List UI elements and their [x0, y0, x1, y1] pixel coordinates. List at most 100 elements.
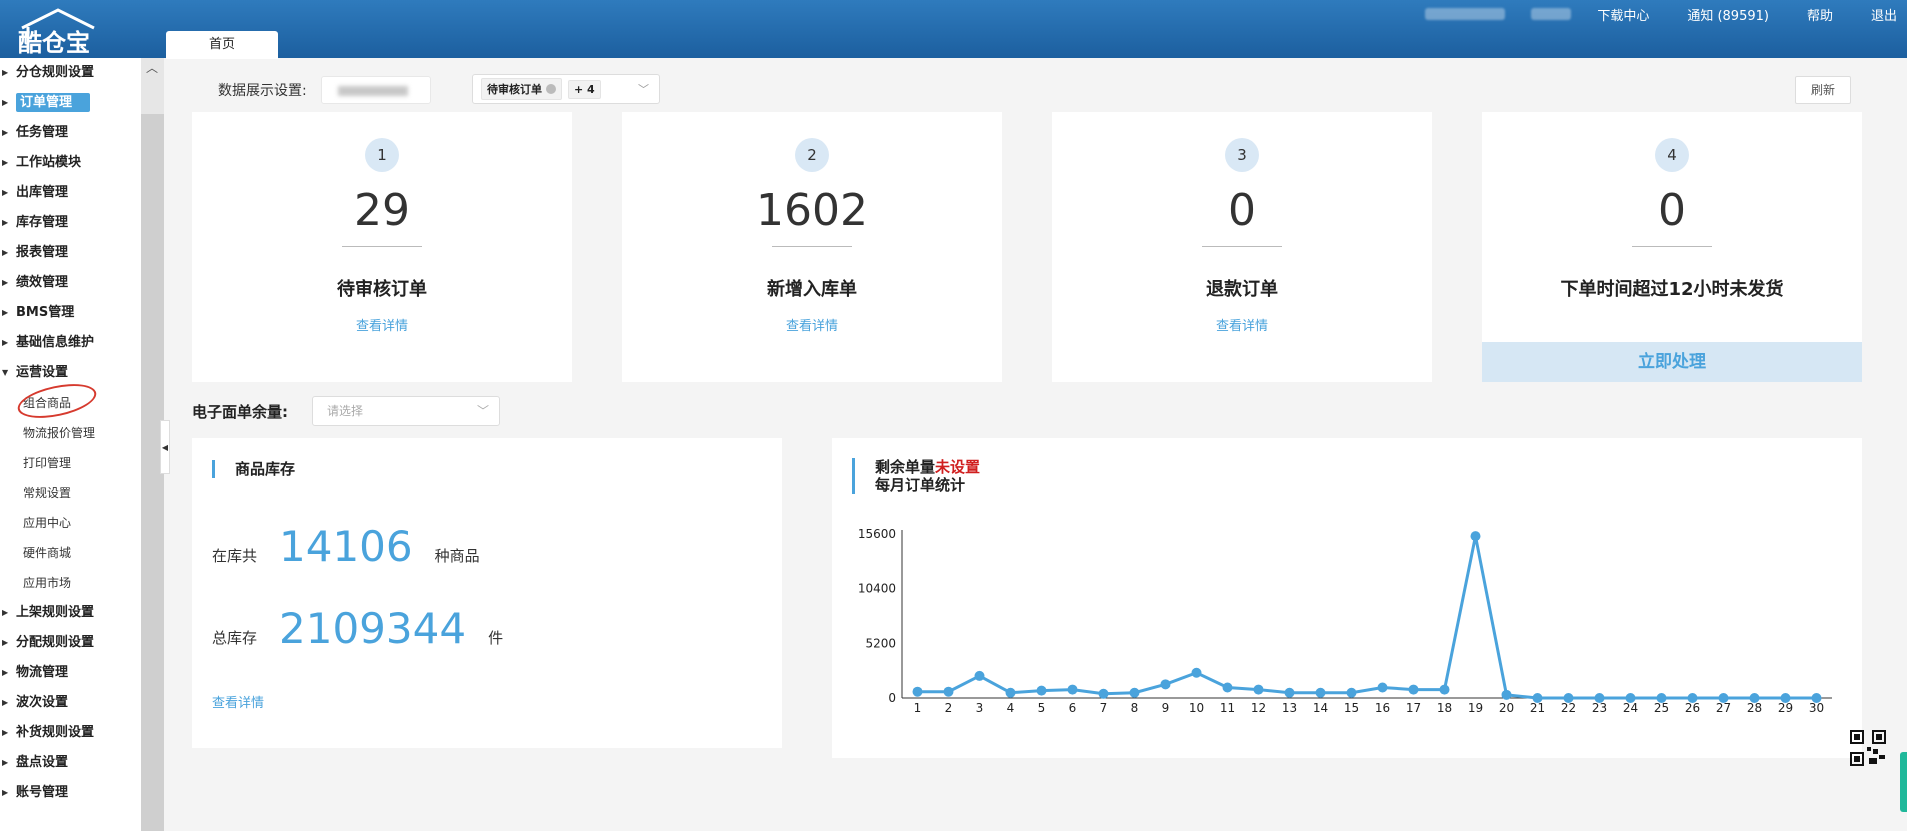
sidebar-subitem[interactable]: 应用市场 — [0, 568, 141, 598]
sidebar-subitem[interactable]: 打印管理 — [0, 448, 141, 478]
caret-down-icon: ▼ — [2, 368, 9, 377]
sidebar-item[interactable]: ▶ 账号管理 — [0, 778, 141, 808]
data-point[interactable] — [1408, 684, 1419, 695]
data-point[interactable] — [1005, 687, 1016, 698]
display-setting-field[interactable] — [320, 76, 431, 104]
x-tick-label: 23 — [1592, 701, 1607, 715]
sidebar-item-label: BMS管理 — [16, 305, 75, 320]
x-tick-label: 5 — [1038, 701, 1046, 715]
refresh-button[interactable]: 刷新 — [1795, 76, 1851, 104]
data-point[interactable] — [1470, 531, 1481, 542]
data-point[interactable] — [1129, 687, 1140, 698]
chevron-up-icon[interactable]: ︿ — [146, 62, 158, 74]
sidebar-item[interactable]: ▶ 物流管理 — [0, 658, 141, 688]
sidebar-subitem[interactable]: 硬件商城 — [0, 538, 141, 568]
stat-label: 新增入库单 — [767, 279, 857, 300]
inventory-details-link[interactable]: 查看详情 — [212, 692, 264, 711]
stat-value: 29 — [354, 185, 410, 236]
x-tick-label: 27 — [1716, 701, 1731, 715]
sidebar-item[interactable]: ▶ BMS管理 — [0, 298, 141, 328]
view-details-link[interactable]: 查看详情 — [622, 315, 1002, 334]
logout-link[interactable]: 退出 — [1871, 5, 1897, 24]
side-float-tab[interactable] — [1900, 752, 1907, 812]
sidebar-item[interactable]: ▶ 波次设置 — [0, 688, 141, 718]
data-point[interactable] — [1160, 679, 1171, 690]
caret-right-icon: ▶ — [2, 698, 9, 707]
sidebar-item[interactable]: ▶ 补货规则设置 — [0, 718, 141, 748]
data-point[interactable] — [1222, 682, 1233, 693]
view-details-link[interactable]: 查看详情 — [1052, 315, 1432, 334]
data-point[interactable] — [1067, 684, 1078, 695]
sidebar-item-label: 报表管理 — [16, 245, 69, 260]
caret-right-icon: ▶ — [2, 158, 9, 167]
stat-index-badge: 4 — [1655, 138, 1689, 172]
caret-right-icon: ▶ — [2, 98, 9, 107]
tag-remove-icon[interactable] — [546, 84, 556, 94]
help-link[interactable]: 帮助 — [1807, 5, 1833, 24]
inventory-sku-row: 在库共 14106 种商品 — [212, 522, 480, 571]
data-point[interactable] — [1501, 689, 1512, 700]
logo[interactable]: 酷仓宝 — [14, 8, 114, 57]
selected-tag[interactable]: 待审核订单 — [481, 78, 562, 100]
x-tick-label: 12 — [1251, 701, 1266, 715]
sidebar-subitem[interactable]: 应用中心 — [0, 508, 141, 538]
data-point[interactable] — [1346, 687, 1357, 698]
sidebar-item[interactable]: ▶ 工作站模块 — [0, 148, 141, 178]
sidebar-subitem[interactable]: 物流报价管理 — [0, 418, 141, 448]
stat-value: 0 — [1658, 185, 1686, 236]
notice-link[interactable]: 通知 (89591) — [1687, 5, 1769, 24]
monthly-orders-chart: 0520010400156001 2 3 4 5 6 7 8 9 10 11 12 13 14 15 16 17… — [858, 527, 1832, 715]
sidebar-item[interactable]: ▶ 出库管理 — [0, 178, 141, 208]
data-point[interactable] — [912, 686, 923, 697]
inventory-title: 商品库存 — [212, 460, 295, 478]
stat-label: 下单时间超过12小时未发货 — [1560, 279, 1784, 300]
sidebar-item[interactable]: ▶ 分仓规则设置 — [0, 58, 141, 88]
sidebar-item[interactable]: ▶ 上架规则设置 — [0, 598, 141, 628]
view-details-link[interactable]: 查看详情 — [192, 315, 572, 334]
x-tick-label: 19 — [1468, 701, 1483, 715]
sidebar-subitem-label: 常规设置 — [23, 486, 72, 500]
more-tags-badge: + 4 — [568, 79, 601, 99]
data-point[interactable] — [1253, 684, 1264, 695]
sidebar-item[interactable]: ▶ 分配规则设置 — [0, 628, 141, 658]
caret-right-icon: ▶ — [2, 788, 9, 797]
sidebar-item[interactable]: ▶ 任务管理 — [0, 118, 141, 148]
user-info-redacted — [1425, 8, 1506, 20]
qr-code-icon[interactable] — [1850, 730, 1886, 766]
x-tick-label: 1 — [914, 701, 922, 715]
data-point[interactable] — [1377, 682, 1388, 693]
data-point[interactable] — [974, 670, 985, 681]
data-point[interactable] — [1284, 687, 1295, 698]
user-info-redacted — [1531, 8, 1572, 20]
data-point[interactable] — [1439, 684, 1450, 695]
x-tick-label: 22 — [1561, 701, 1576, 715]
sidebar-item[interactable]: ▶ 绩效管理 — [0, 268, 141, 298]
stat-index-badge: 2 — [795, 138, 829, 172]
download-center-link[interactable]: 下载中心 — [1597, 5, 1649, 24]
total-count: 2109344 — [279, 604, 467, 653]
sidebar-subitem[interactable]: 常规设置 — [0, 478, 141, 508]
sidebar-collapse-handle[interactable]: ◀ — [160, 420, 170, 474]
sku-suffix: 种商品 — [434, 547, 480, 565]
sidebar-item[interactable]: ▶ 基础信息维护 — [0, 328, 141, 358]
y-tick-label: 15600 — [858, 527, 896, 541]
sidebar-item[interactable]: ▶ 订单管理 — [0, 88, 141, 118]
data-point[interactable] — [943, 686, 954, 697]
sidebar-item-label: 上架规则设置 — [16, 605, 95, 620]
sidebar-subitem[interactable]: 组合商品 — [0, 378, 141, 424]
data-point[interactable] — [1036, 685, 1047, 696]
stat-tag-select[interactable]: 待审核订单 + 4 ﹀ — [472, 74, 660, 104]
data-point[interactable] — [1315, 687, 1326, 698]
ewaybill-select[interactable]: 请选择 ﹀ — [312, 396, 500, 426]
process-now-button[interactable]: 立即处理 — [1482, 342, 1862, 382]
data-point[interactable] — [1191, 667, 1202, 678]
sidebar-item[interactable]: ▶ 报表管理 — [0, 238, 141, 268]
caret-right-icon: ▶ — [2, 128, 9, 137]
tab-home[interactable]: 首页 — [166, 31, 278, 59]
sidebar-item[interactable]: ▶ 库存管理 — [0, 208, 141, 238]
x-tick-label: 28 — [1747, 701, 1762, 715]
data-point[interactable] — [1098, 688, 1109, 699]
caret-right-icon: ▶ — [2, 278, 9, 287]
sidebar-item[interactable]: ▶ 盘点设置 — [0, 748, 141, 778]
sidebar-item-label: 运营设置 — [16, 365, 69, 380]
